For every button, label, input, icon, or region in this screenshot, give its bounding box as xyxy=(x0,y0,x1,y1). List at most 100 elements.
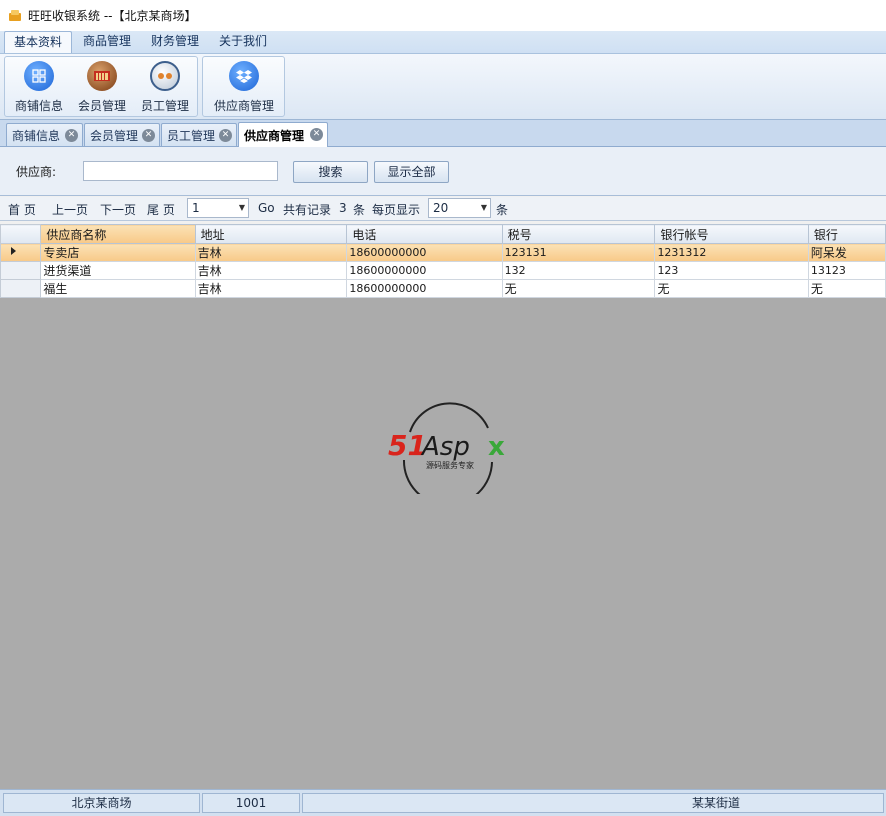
prev-page-link[interactable]: 上一页 xyxy=(52,201,88,218)
menu-about[interactable]: 关于我们 xyxy=(210,31,276,53)
total-records-count: 3 xyxy=(339,201,347,215)
shop-info-button[interactable]: 商铺信息 xyxy=(11,61,67,114)
status-store-name: 北京某商场 xyxy=(3,793,200,813)
supplier-grid: 供应商名称 地址 电话 税号 银行帐号 银行 专卖店 吉林 1860000000… xyxy=(0,224,886,789)
table-cell[interactable]: 吉林 xyxy=(194,261,348,280)
status-bar: 北京某商场 1001 某某街道 xyxy=(0,789,886,816)
row-header[interactable] xyxy=(0,261,42,280)
header-row: 供应商名称 地址 电话 税号 银行帐号 银行 xyxy=(0,224,886,244)
document-tabs: 商铺信息 ✕ 会员管理 ✕ 员工管理 ✕ 供应商管理 ✕ xyxy=(0,120,886,147)
column-header[interactable]: 地址 xyxy=(194,224,348,244)
pager: 首 页 上一页 下一页 尾 页 1 ▼ Go 共有记录 3 条 每页显示 20 … xyxy=(0,197,886,221)
staff-manage-button[interactable]: 员工管理 xyxy=(137,61,193,114)
table-cell[interactable]: 132 xyxy=(501,261,656,280)
search-button[interactable]: 搜索 xyxy=(293,161,368,183)
tab-member-manage[interactable]: 会员管理 ✕ xyxy=(84,123,160,146)
table-row[interactable]: 福生 吉林 18600000000 无 无 无 xyxy=(0,279,886,298)
table-cell[interactable]: 进货渠道 xyxy=(40,261,196,280)
status-address: 某某街道 xyxy=(302,793,884,813)
member-manage-label: 会员管理 xyxy=(77,99,126,113)
shop-info-label: 商铺信息 xyxy=(14,99,63,113)
table-cell[interactable]: 18600000000 xyxy=(346,279,503,298)
chevron-down-icon: ▼ xyxy=(480,203,487,212)
table-cell[interactable]: 吉林 xyxy=(194,279,348,298)
watermark-logo: 51 Asp x 源码服务专家 xyxy=(388,402,505,494)
table-cell[interactable]: 专卖店 xyxy=(40,243,196,262)
column-header[interactable]: 银行帐号 xyxy=(654,224,809,244)
table-cell[interactable]: 无 xyxy=(807,279,886,298)
supplier-manage-button[interactable]: 供应商管理 xyxy=(207,61,281,114)
close-icon[interactable]: ✕ xyxy=(142,129,155,142)
page-select-value: 1 xyxy=(192,201,200,215)
table-cell[interactable]: 123 xyxy=(654,261,809,280)
column-header[interactable]: 税号 xyxy=(501,224,656,244)
supplier-search-input[interactable] xyxy=(83,161,278,181)
table-cell[interactable]: 无 xyxy=(501,279,656,298)
grid-icon xyxy=(24,61,54,91)
per-page-unit: 条 xyxy=(496,203,509,217)
ribbon: 商铺信息 会员管理 员工管理 供应商管理 xyxy=(0,54,886,120)
table-cell[interactable]: 18600000000 xyxy=(346,261,503,280)
table-cell[interactable]: 无 xyxy=(654,279,809,298)
tab-label: 员工管理 xyxy=(167,128,216,143)
svg-text:Asp: Asp xyxy=(420,432,470,462)
tab-supplier-manage[interactable]: 供应商管理 ✕ xyxy=(238,122,328,147)
table-cell[interactable]: 吉林 xyxy=(194,243,348,262)
table-cell[interactable]: 阿呆发 xyxy=(807,243,886,262)
first-page-link[interactable]: 首 页 xyxy=(8,201,36,218)
go-button[interactable]: Go xyxy=(258,201,275,215)
menu-finance[interactable]: 财务管理 xyxy=(142,31,208,53)
table-cell[interactable]: 1231312 xyxy=(654,243,809,262)
tab-shop-info[interactable]: 商铺信息 ✕ xyxy=(6,123,83,146)
tab-label: 会员管理 xyxy=(90,128,139,143)
menu-bar: 基本资料 商品管理 财务管理 关于我们 xyxy=(0,31,886,54)
menu-basic-info[interactable]: 基本资料 xyxy=(4,31,73,53)
status-code: 1001 xyxy=(202,793,300,813)
member-manage-button[interactable]: 会员管理 xyxy=(74,61,130,114)
close-icon[interactable]: ✕ xyxy=(65,129,78,142)
menu-goods[interactable]: 商品管理 xyxy=(74,31,140,53)
search-panel: 供应商: 搜索 显示全部 xyxy=(0,147,886,196)
per-page-label: 每页显示 xyxy=(372,203,421,217)
table-cell[interactable]: 13123 xyxy=(807,261,886,280)
supplier-manage-label: 供应商管理 xyxy=(213,99,274,113)
column-header[interactable]: 电话 xyxy=(346,224,503,244)
row-header[interactable] xyxy=(0,279,42,298)
table-row[interactable]: 专卖店 吉林 18600000000 123131 1231312 阿呆发 xyxy=(0,243,886,262)
total-records-label: 共有记录 xyxy=(283,203,332,217)
staff-icon xyxy=(150,61,180,91)
staff-manage-label: 员工管理 xyxy=(140,99,189,113)
per-page-value: 20 xyxy=(433,201,449,215)
table-cell[interactable]: 18600000000 xyxy=(346,243,503,262)
tab-label: 供应商管理 xyxy=(244,128,305,143)
per-page-select[interactable]: 20 ▼ xyxy=(428,198,491,218)
close-icon[interactable]: ✕ xyxy=(219,129,232,142)
supplier-label: 供应商: xyxy=(16,165,57,179)
bookshelf-icon xyxy=(87,61,117,91)
title-bar: 旺旺收银系统 --【北京某商场】 xyxy=(0,0,886,31)
next-page-link[interactable]: 下一页 xyxy=(100,201,136,218)
svg-text:源码服务专家: 源码服务专家 xyxy=(426,460,474,470)
ribbon-group-supplier: 供应商管理 xyxy=(202,56,285,117)
close-icon[interactable]: ✕ xyxy=(310,128,323,141)
row-indicator-icon[interactable] xyxy=(0,243,42,262)
tab-label: 商铺信息 xyxy=(12,128,61,143)
column-header[interactable]: 供应商名称 xyxy=(40,224,196,244)
supplier-table: 供应商名称 地址 电话 税号 银行帐号 银行 专卖店 吉林 1860000000… xyxy=(0,224,886,298)
table-cell[interactable]: 123131 xyxy=(501,243,656,262)
chevron-down-icon: ▼ xyxy=(238,203,245,212)
total-records-unit: 条 xyxy=(353,203,366,217)
app-icon xyxy=(9,9,21,21)
last-page-link[interactable]: 尾 页 xyxy=(147,201,175,218)
tab-staff-manage[interactable]: 员工管理 ✕ xyxy=(161,123,237,146)
ribbon-group-people: 商铺信息 会员管理 员工管理 xyxy=(4,56,198,117)
table-row[interactable]: 进货渠道 吉林 18600000000 132 123 13123 xyxy=(0,261,886,280)
column-header[interactable]: 银行 xyxy=(807,224,886,244)
select-all-corner[interactable] xyxy=(0,224,42,244)
table-cell[interactable]: 福生 xyxy=(40,279,196,298)
page-select[interactable]: 1 ▼ xyxy=(187,198,249,218)
dropbox-icon xyxy=(229,61,259,91)
window-title: 旺旺收银系统 --【北京某商场】 xyxy=(28,9,197,23)
svg-text:x: x xyxy=(488,432,505,462)
show-all-button[interactable]: 显示全部 xyxy=(374,161,449,183)
